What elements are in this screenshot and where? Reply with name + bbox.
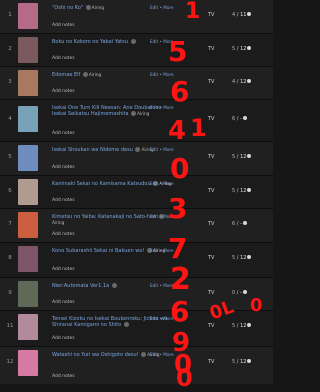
episode-progress[interactable]: 5 / 12 (232, 255, 252, 261)
increment-icon[interactable] (247, 154, 252, 158)
edit-more-link[interactable]: Edit • More (150, 147, 174, 152)
type-label: TV (208, 154, 215, 160)
row-number: 9 (8, 290, 12, 296)
edit-more-link[interactable]: Edit • More (150, 72, 174, 77)
edit-more-link[interactable]: Edit • More (150, 5, 174, 10)
row-number: 4 (8, 116, 12, 122)
list-row: 8 Kono Subarashii Sekai ni Bakuen wo! Ai… (0, 243, 273, 278)
edit-more-link[interactable]: Edit • More (150, 352, 174, 357)
add-notes-link[interactable]: Add notes (52, 300, 75, 305)
list-row: 12 Watashi no Yuri wa Oshigoto desu! Air… (0, 347, 273, 384)
row-number: 6 (8, 188, 12, 194)
type-label: TV (208, 12, 215, 18)
type-label: TV (208, 79, 215, 85)
row-number: 11 (6, 323, 14, 329)
list-row: 4 Isekai One Turn Kill Neesan: Ane Douba… (0, 100, 273, 142)
episode-progress[interactable]: 6 / - (232, 116, 247, 122)
row-number: 5 (8, 154, 12, 160)
row-number: 1 (8, 12, 12, 18)
anime-thumbnail[interactable] (18, 37, 38, 63)
increment-icon[interactable] (247, 323, 252, 327)
add-notes-link[interactable]: Add notes (52, 165, 75, 170)
type-label: TV (208, 46, 215, 52)
anime-thumbnail[interactable] (18, 179, 38, 205)
list-row: 2 Boku no Kokoro no Yabai Yatsu Add note… (0, 34, 273, 67)
type-label: TV (208, 359, 215, 365)
increment-icon[interactable] (247, 255, 252, 259)
episode-progress[interactable]: 4 / 11 (232, 12, 252, 18)
list-row: 9 Nier:Automata Ver1.1a Add notes Edit •… (0, 278, 273, 311)
add-notes-link[interactable]: Add notes (52, 232, 75, 237)
anime-list: 1 "Oshi no Ko" Airing Add notes Edit • M… (0, 0, 273, 390)
anime-thumbnail[interactable] (18, 70, 38, 96)
type-label: TV (208, 116, 215, 122)
pin-icon (85, 5, 91, 10)
edit-more-link[interactable]: Edit • More (150, 283, 174, 288)
increment-icon[interactable] (242, 290, 247, 294)
list-row: 6 Kaminaki Sekai no Kamisama Katsudou Ai… (0, 176, 273, 209)
row-number: 3 (8, 79, 12, 85)
anime-thumbnail[interactable] (18, 106, 38, 132)
episode-progress[interactable]: 5 / 12 (232, 323, 252, 329)
pin-icon (141, 352, 147, 357)
increment-icon[interactable] (247, 359, 252, 363)
add-notes-link[interactable]: Add notes (52, 374, 75, 379)
list-row: 5 Isekai Shoukan wa Nidome desu Airing A… (0, 142, 273, 176)
add-notes-link[interactable]: Add notes (52, 89, 75, 94)
edit-more-link[interactable]: Edit • More (150, 248, 174, 253)
increment-icon[interactable] (247, 188, 252, 192)
row-number: 2 (8, 46, 12, 52)
list-row: 7 Kimetsu no Yaiba: Katanakaji no Sato-h… (0, 209, 273, 243)
row-number: 12 (6, 359, 14, 365)
pin-icon (111, 283, 117, 288)
type-label: TV (208, 290, 215, 296)
anime-thumbnail[interactable] (18, 246, 38, 272)
episode-progress[interactable]: 5 / 12 (232, 46, 252, 52)
edit-more-link[interactable]: Edit • More (150, 39, 174, 44)
add-notes-link[interactable]: Add notes (52, 267, 75, 272)
increment-icon[interactable] (247, 46, 252, 50)
add-notes-link[interactable]: Add notes (52, 198, 75, 203)
type-label: TV (208, 323, 215, 329)
type-label: TV (208, 255, 215, 261)
increment-icon[interactable] (242, 116, 247, 120)
pin-icon (82, 72, 88, 77)
pin-icon (123, 322, 129, 327)
edit-more-link[interactable]: Edit • More (150, 214, 174, 219)
add-notes-link[interactable]: Add notes (52, 56, 75, 61)
increment-icon[interactable] (247, 12, 252, 16)
list-row: 11 Tensei Kizoku no Isekai Boukenroku: J… (0, 311, 273, 347)
pin-icon (130, 39, 136, 44)
type-label: TV (208, 188, 215, 194)
anime-thumbnail[interactable] (18, 350, 38, 376)
pin-icon (135, 147, 141, 152)
anime-thumbnail[interactable] (18, 281, 38, 307)
type-label: TV (208, 221, 215, 227)
edit-more-link[interactable]: Edit • More (150, 181, 174, 186)
episode-progress[interactable]: 5 / 12 (232, 359, 252, 365)
add-notes-link[interactable]: Add notes (52, 131, 75, 136)
increment-icon[interactable] (242, 221, 247, 225)
list-row: 3 Edomae Elf Airing Add notes Edit • Mor… (0, 67, 273, 100)
row-number: 8 (8, 255, 12, 261)
edit-more-link[interactable]: Edit • More (150, 316, 174, 321)
anime-thumbnail[interactable] (18, 145, 38, 171)
row-number: 7 (8, 221, 12, 227)
edit-more-link[interactable]: Edit • More (150, 105, 174, 110)
pin-icon (131, 111, 137, 116)
list-row: 1 "Oshi no Ko" Airing Add notes Edit • M… (0, 0, 273, 34)
anime-thumbnail[interactable] (18, 212, 38, 238)
episode-progress[interactable]: 4 / 12 (232, 79, 252, 85)
anime-thumbnail[interactable] (18, 314, 38, 340)
add-notes-link[interactable]: Add notes (52, 23, 75, 28)
episode-progress[interactable]: 6 / - (232, 221, 247, 227)
increment-icon[interactable] (247, 79, 252, 83)
add-notes-link[interactable]: Add notes (52, 336, 75, 341)
episode-progress[interactable]: 0 / - (232, 290, 247, 296)
anime-thumbnail[interactable] (18, 3, 38, 29)
episode-progress[interactable]: 5 / 12 (232, 188, 252, 194)
episode-progress[interactable]: 5 / 12 (232, 154, 252, 160)
